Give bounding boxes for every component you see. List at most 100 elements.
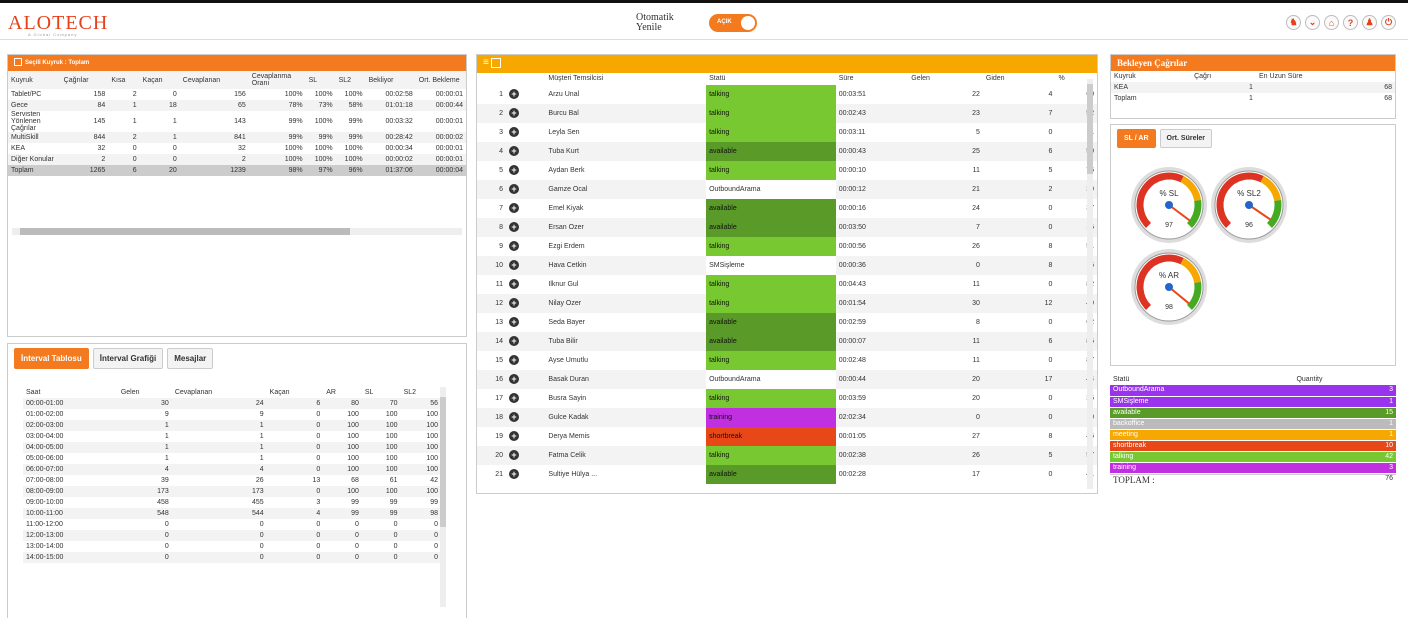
- status-row[interactable]: talking 42: [1110, 451, 1396, 463]
- agent-row[interactable]: 6+Gamze OcalOutboundArama00:00:1221239: [477, 180, 1097, 199]
- agent-row[interactable]: 7+Emel Kiyakavailable00:00:1624037: [477, 199, 1097, 218]
- table-row[interactable]: 13:00-14:00 0 0 0 0 0 0: [23, 541, 441, 552]
- table-row[interactable]: Diğer Konular 2 0 0 2 100% 100% 100% 00:00:02 00:…: [8, 154, 466, 165]
- column-header[interactable]: Gelen: [908, 73, 983, 85]
- table-row[interactable]: 04:00-05:00 1 1 0 100 100 100: [23, 442, 441, 453]
- plus-icon[interactable]: +: [509, 430, 520, 441]
- plus-icon[interactable]: +: [509, 335, 520, 346]
- status-row[interactable]: backoffice 1: [1110, 418, 1396, 430]
- column-header[interactable]: Çağrılar: [61, 71, 109, 89]
- column-header[interactable]: Cevaplanan: [172, 387, 267, 398]
- table-row[interactable]: 14:00-15:00 0 0 0 0 0 0: [23, 552, 441, 563]
- agent-row[interactable]: 9+Ezgi Erdemtalking00:00:5626851: [477, 237, 1097, 256]
- status-row[interactable]: available 15: [1110, 407, 1396, 419]
- table-row[interactable]: 06:00-07:00 4 4 0 100 100 100: [23, 464, 441, 475]
- column-header[interactable]: Kuyruk: [8, 71, 61, 89]
- tab-interval-table[interactable]: İnterval Tablosu: [14, 348, 89, 369]
- table-row[interactable]: KEA 1 68: [1111, 82, 1395, 93]
- plus-icon[interactable]: +: [509, 202, 520, 213]
- table-row[interactable]: 10:00-11:00 548 544 4 99 99 98: [23, 508, 441, 519]
- table-row[interactable]: 00:00-01:00 30 24 6 80 70 56: [23, 398, 441, 409]
- home-icon[interactable]: ⌂: [1324, 15, 1339, 30]
- status-row[interactable]: meeting 1: [1110, 429, 1396, 441]
- agent-icon[interactable]: ♞: [1286, 15, 1301, 30]
- auto-refresh-toggle[interactable]: AÇIK: [709, 14, 757, 32]
- column-header[interactable]: SL: [362, 387, 401, 398]
- table-row[interactable]: Gece 84 1 18 65 78% 73% 58% 01:01:18 00:00:44: [8, 100, 466, 111]
- table-row[interactable]: Toplam 1 68: [1111, 93, 1395, 104]
- column-header[interactable]: Statü: [1110, 374, 1293, 385]
- agents-scrollbar[interactable]: [1087, 79, 1093, 489]
- agent-row[interactable]: 17+Busra Sayintalking00:03:5920036: [477, 389, 1097, 408]
- column-header[interactable]: En Uzun Süre: [1256, 71, 1395, 82]
- plus-icon[interactable]: +: [509, 297, 520, 308]
- column-header[interactable]: Kaçan: [267, 387, 324, 398]
- plus-icon[interactable]: +: [509, 411, 520, 422]
- plus-icon[interactable]: +: [509, 259, 520, 270]
- agent-row[interactable]: 8+Ersan Ozeravailable00:03:507015: [477, 218, 1097, 237]
- tab-avg-durations[interactable]: Ort. Süreler: [1159, 129, 1213, 148]
- table-row[interactable]: Tablet/PC 158 2 0 156 100% 100% 100% 00:02:58 00:…: [8, 89, 466, 100]
- table-row[interactable]: 02:00-03:00 1 1 0 100 100 100: [23, 420, 441, 431]
- horizontal-scrollbar[interactable]: [12, 228, 462, 235]
- table-row[interactable]: Servisten Yönlenen Çağrılar 145 1 1 143 99% 10…: [8, 111, 466, 132]
- agent-row[interactable]: 1+Arzu Unaltalking00:03:5122460: [477, 85, 1097, 104]
- plus-icon[interactable]: +: [509, 373, 520, 384]
- table-row[interactable]: KEA 32 0 0 32 100% 100% 100% 00:00:34 00:00:01: [8, 143, 466, 154]
- plus-icon[interactable]: +: [509, 449, 520, 460]
- chevron-down-icon[interactable]: ⌄: [1305, 15, 1320, 30]
- agent-row[interactable]: 18+Gulce Kadaktraining02:02:34000: [477, 408, 1097, 427]
- plus-icon[interactable]: +: [509, 183, 520, 194]
- agent-row[interactable]: 21 + Sultiye Hülya ... available 00:02:28 17 0…: [477, 465, 1097, 484]
- column-header[interactable]: Cevaplanma Oranı: [249, 71, 306, 89]
- plus-icon[interactable]: +: [509, 164, 520, 175]
- agent-row[interactable]: 20+Fatma Celiktalking00:02:3826557: [477, 446, 1097, 465]
- interval-scrollbar[interactable]: [440, 387, 446, 607]
- plus-icon[interactable]: +: [509, 126, 520, 137]
- column-header[interactable]: Çağrı: [1191, 71, 1256, 82]
- agent-row[interactable]: 15+Ayse Umutlutalking00:02:4811087: [477, 351, 1097, 370]
- agent-row[interactable]: 16+Basak DuranOutboundArama00:00:4420174…: [477, 370, 1097, 389]
- status-row[interactable]: SMSişleme 1: [1110, 396, 1396, 408]
- status-row[interactable]: shortbreak 10: [1110, 440, 1396, 452]
- plus-icon[interactable]: +: [509, 145, 520, 156]
- table-row[interactable]: 12:00-13:00 0 0 0 0 0 0: [23, 530, 441, 541]
- column-header[interactable]: Statü: [706, 73, 836, 85]
- plus-icon[interactable]: +: [509, 392, 520, 403]
- column-header[interactable]: Kaçan: [140, 71, 180, 89]
- agent-row[interactable]: 11+Ilknur Gultalking00:04:4311082: [477, 275, 1097, 294]
- column-header[interactable]: Kuyruk: [1111, 71, 1191, 82]
- agent-row[interactable]: 19+Derya Memisshortbreak00:01:0527846: [477, 427, 1097, 446]
- status-row[interactable]: OutboundArama 3: [1110, 385, 1396, 397]
- column-header[interactable]: AR: [323, 387, 362, 398]
- column-header[interactable]: Bekliyor: [366, 71, 416, 89]
- agent-row[interactable]: 10+Hava CetkinSMSişleme00:00:36086: [477, 256, 1097, 275]
- agent-row[interactable]: 2+Burcu Baltalking00:02:4323752: [477, 104, 1097, 123]
- user-icon[interactable]: ♟: [1362, 15, 1377, 30]
- table-row[interactable]: 03:00-04:00 1 1 0 100 100 100: [23, 431, 441, 442]
- table-row[interactable]: 07:00-08:00 39 26 13 68 61 42: [23, 475, 441, 486]
- plus-icon[interactable]: +: [509, 221, 520, 232]
- power-icon[interactable]: ⏻: [1381, 15, 1396, 30]
- tab-interval-chart[interactable]: İnterval Grafiği: [92, 348, 164, 369]
- plus-icon[interactable]: +: [509, 88, 520, 99]
- tab-sl-ar[interactable]: SL / AR: [1117, 129, 1156, 148]
- column-header[interactable]: Süre: [836, 73, 909, 85]
- agent-row[interactable]: 3+Leyla Sentalking00:03:115011: [477, 123, 1097, 142]
- plus-icon[interactable]: +: [509, 468, 520, 479]
- menu-icon[interactable]: ≡: [483, 57, 489, 68]
- agent-row[interactable]: 13+Seda Bayeravailable00:02:598062: [477, 313, 1097, 332]
- tab-messages[interactable]: Mesajlar: [167, 348, 214, 369]
- column-header[interactable]: Ort. Bekleme: [416, 71, 466, 89]
- table-row[interactable]: 09:00-10:00 458 455 3 99 99 99: [23, 497, 441, 508]
- table-row[interactable]: MultiSkill 844 2 1 841 99% 99% 99% 00:28:42 00:00…: [8, 132, 466, 143]
- agent-row[interactable]: 12+Nilay Ozertalking00:01:54301249: [477, 294, 1097, 313]
- table-row[interactable]: 05:00-06:00 1 1 0 100 100 100: [23, 453, 441, 464]
- table-row[interactable]: Toplam 1265 6 20 1239 98% 97% 96% 01:37:06 00:00:…: [8, 165, 466, 176]
- column-header[interactable]: Giden: [983, 73, 1056, 85]
- table-row[interactable]: 08:00-09:00 173 173 0 100 100 100: [23, 486, 441, 497]
- column-header[interactable]: Quantity: [1293, 374, 1396, 385]
- status-row[interactable]: training 3: [1110, 462, 1396, 474]
- agent-row[interactable]: 5+Aydan Berktalking00:00:1011575: [477, 161, 1097, 180]
- column-header[interactable]: Cevaplanan: [180, 71, 249, 89]
